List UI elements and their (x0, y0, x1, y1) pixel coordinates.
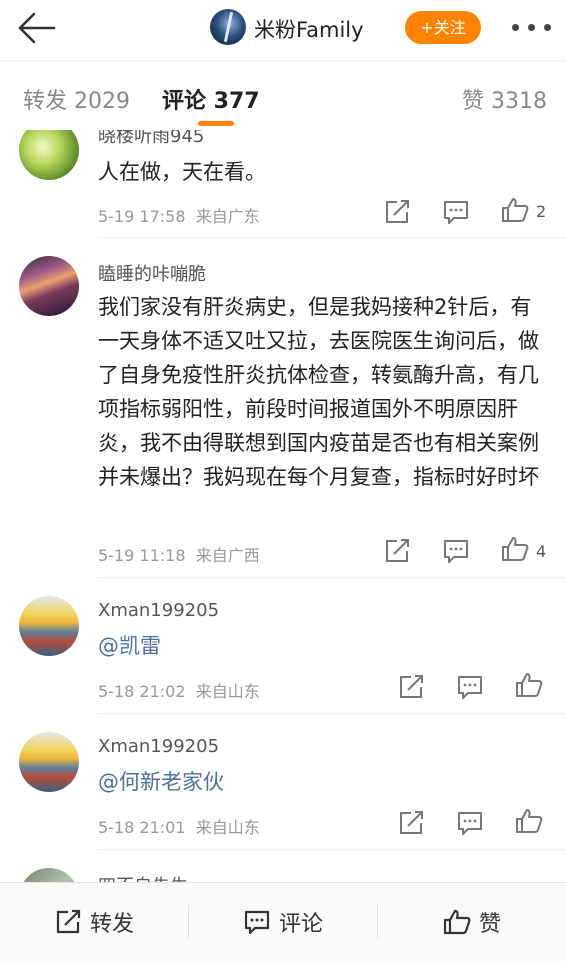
mention-link[interactable]: @何新老家伙 (98, 765, 550, 799)
repost-button[interactable]: 转发 (0, 883, 188, 961)
comment-username[interactable]: Xman199205 (98, 600, 219, 621)
comment-time: 5-19 11:18 (98, 546, 186, 565)
account-name[interactable]: 米粉Family (254, 14, 364, 44)
comment-username[interactable]: Xman199205 (98, 736, 219, 757)
user-avatar[interactable] (19, 596, 79, 656)
share-icon[interactable] (383, 199, 411, 225)
comment-meta: 5-18 21:02 来自山东 (98, 678, 260, 702)
share-icon[interactable] (397, 674, 425, 700)
comment-icon (244, 910, 270, 935)
top-bar: 米粉Family +关注 (0, 0, 566, 60)
user-avatar[interactable] (19, 732, 79, 792)
more-dots-icon[interactable] (512, 24, 552, 32)
like-count: 4 (536, 542, 547, 561)
thumbs-up-icon[interactable] (515, 808, 543, 834)
comment-source: 来自广东 (195, 207, 260, 226)
comment-source: 来自山东 (195, 682, 260, 701)
thumbs-up-icon (443, 909, 471, 935)
comment-time: 5-18 21:01 (98, 818, 186, 837)
divider (98, 577, 566, 578)
bottom-action-bar: 转发 评论 赞 (0, 882, 566, 961)
comment-icon[interactable] (442, 538, 470, 564)
comment-text: 人在做，天在看。 (98, 160, 266, 184)
thumbs-up-icon[interactable] (501, 197, 529, 223)
divider (98, 849, 566, 850)
repost-label: 转发 (89, 912, 134, 937)
comment-button[interactable]: 评论 (189, 883, 377, 961)
comment-text: 我们家没有肝炎病史，但是我妈接种2针后，有一天身体不适又吐又拉，去医院医生询问后… (98, 295, 539, 489)
comment-meta: 5-19 17:58 来自广东 (98, 203, 260, 227)
tab-comments[interactable]: 评论 377 (162, 83, 260, 115)
mention-link[interactable]: @凯雷 (98, 629, 550, 663)
share-icon[interactable] (383, 538, 411, 564)
comment-username[interactable]: 晓楼听雨945 (98, 130, 204, 148)
thumbs-up-icon[interactable] (501, 536, 529, 562)
tab-repost[interactable]: 转发 2029 (23, 83, 130, 115)
comment-meta: 5-19 11:18 来自广西 (98, 542, 260, 566)
comment-username[interactable]: 四不自先生 (98, 872, 188, 882)
like-button[interactable]: 赞 (378, 883, 566, 961)
comment-icon[interactable] (456, 674, 484, 700)
comment-icon[interactable] (442, 199, 470, 225)
like-label: 赞 (478, 912, 501, 937)
comment-label: 评论 (278, 912, 323, 937)
divider (98, 237, 566, 238)
tab-bar: 转发 2029 评论 377 赞 3318 (0, 60, 566, 131)
comment-source: 来自广西 (195, 546, 260, 565)
comment-time: 5-18 21:02 (98, 682, 186, 701)
comment-source: 来自山东 (195, 818, 260, 837)
active-tab-indicator (198, 121, 234, 126)
follow-button[interactable]: +关注 (405, 11, 481, 44)
user-avatar[interactable] (19, 130, 79, 180)
like-count: 2 (536, 202, 547, 221)
back-arrow-icon[interactable] (16, 12, 56, 44)
share-icon (56, 909, 81, 934)
tab-likes[interactable]: 赞 3318 (462, 83, 547, 115)
comment-time: 5-19 17:58 (98, 207, 186, 226)
thumbs-up-icon[interactable] (515, 672, 543, 698)
comment-username[interactable]: 瞌睡的咔嘣脆 (98, 260, 206, 286)
comment-icon[interactable] (456, 810, 484, 836)
share-icon[interactable] (397, 810, 425, 836)
account-avatar[interactable] (210, 9, 246, 45)
user-avatar[interactable] (19, 256, 79, 316)
comment-list: 晓楼听雨945 人在做，天在看。 5-19 17:58 来自广东 2 瞌睡的咔嘣… (0, 130, 566, 882)
comment-meta: 5-18 21:01 来自山东 (98, 814, 260, 838)
user-avatar[interactable] (19, 868, 79, 882)
divider (98, 713, 566, 714)
